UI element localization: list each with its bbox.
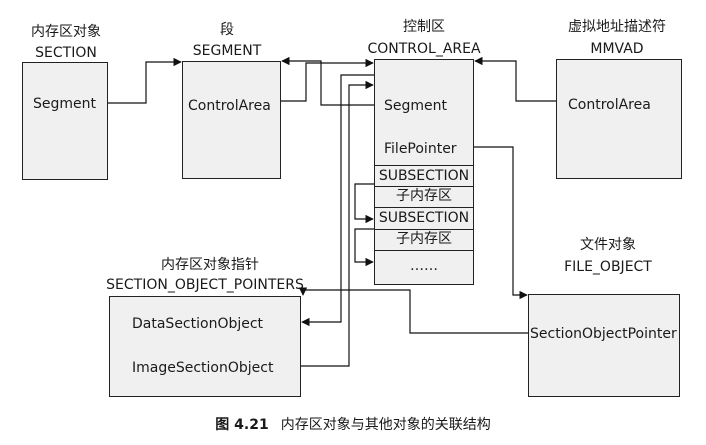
figure-caption-text: 内存区对象与其他对象的关联结构 bbox=[280, 417, 491, 433]
arrow-image-section-object-to-control-area bbox=[301, 80, 374, 367]
connectors bbox=[108, 56, 556, 367]
arrow-section-to-segment bbox=[108, 57, 182, 104]
figure-caption: 图 4.21 内存区对象与其他对象的关联结构 bbox=[0, 414, 706, 434]
arrow-segment-to-control-area bbox=[281, 58, 374, 102]
arrow-control-area-to-data-section-object bbox=[301, 74, 374, 327]
figure-number: 图 4.21 bbox=[215, 417, 269, 433]
arrow-file-object-to-sop bbox=[298, 287, 528, 334]
arrow-filepointer-to-file-object bbox=[474, 146, 528, 300]
arrow-subsection-chain-2 bbox=[354, 228, 374, 267]
arrow-control-area-to-segment bbox=[281, 56, 374, 106]
arrow-subsection-chain-1 bbox=[354, 183, 374, 224]
arrow-mmvad-to-control-area bbox=[474, 56, 556, 102]
